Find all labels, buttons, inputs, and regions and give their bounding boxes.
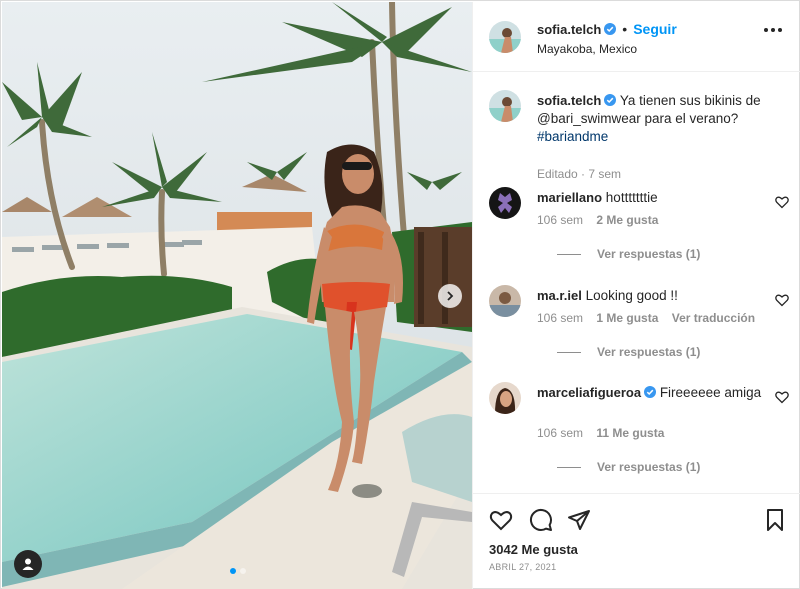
comment-text: Fireeeeee amiga	[659, 385, 762, 400]
likes-count[interactable]: 3042 Me gusta	[489, 542, 578, 557]
comment-age: 106 sem	[537, 311, 584, 325]
verified-badge-icon	[604, 94, 617, 106]
user-tags-button[interactable]	[14, 550, 42, 578]
heart-icon[interactable]	[775, 390, 789, 404]
replies-line	[557, 253, 581, 255]
replies-line	[557, 351, 581, 353]
view-replies-label[interactable]: Ver respuestas (1)	[597, 460, 700, 474]
comment-likes[interactable]: 2 Me gusta	[596, 213, 658, 227]
comment-text: Looking good !!	[585, 288, 678, 303]
commenter-avatar[interactable]	[489, 285, 521, 317]
author-avatar[interactable]	[489, 90, 521, 122]
comment-text: hotttttttie	[605, 190, 658, 205]
chevron-right-icon	[447, 291, 454, 301]
separator: •	[622, 21, 628, 37]
comment-age: 106 sem	[537, 426, 584, 440]
commenter-avatar[interactable]	[489, 382, 521, 414]
post-sidebar: sofia.telch • Seguir Mayakoba, Mexico sofi…	[472, 2, 800, 589]
comment-username[interactable]: ma.r.iel	[537, 288, 582, 303]
caption-meta: Editado · 7 sem	[537, 167, 622, 181]
replies-line	[557, 466, 581, 468]
location-link[interactable]: Mayakoba, Mexico	[537, 42, 637, 56]
more-options-icon[interactable]	[764, 28, 782, 32]
heart-icon[interactable]	[775, 195, 789, 209]
post-header: sofia.telch • Seguir Mayakoba, Mexico	[473, 2, 800, 72]
heart-icon[interactable]	[489, 508, 513, 532]
commenter-avatar[interactable]	[489, 187, 521, 219]
caption-body: sofia.telch Ya tienen sus bikinis de @ba…	[537, 92, 777, 146]
comment-username[interactable]: mariellano	[537, 190, 602, 205]
comment-body: marceliafigueroa Fireeeeee amiga	[537, 384, 777, 402]
send-icon[interactable]	[567, 508, 591, 532]
translate-button[interactable]: Ver traducción	[672, 311, 755, 325]
comment-meta: 106 sem 11 Me gusta	[537, 426, 674, 440]
comment-username[interactable]: marceliafigueroa	[537, 385, 641, 400]
comment-meta: 106 sem 1 Me gusta Ver traducción	[537, 311, 765, 325]
user-tag-icon	[22, 558, 34, 570]
comment-likes[interactable]: 1 Me gusta	[596, 311, 658, 325]
comment-icon[interactable]	[529, 508, 553, 532]
view-replies-label[interactable]: Ver respuestas (1)	[597, 247, 700, 261]
beach-pool-photo	[2, 2, 472, 589]
post-photo[interactable]	[2, 2, 472, 589]
comments-list[interactable]: sofia.telch Ya tienen sus bikinis de @ba…	[473, 73, 800, 493]
post-actions: 3042 Me gusta ABRIL 27, 2021	[473, 493, 800, 589]
bookmark-icon[interactable]	[763, 508, 787, 532]
verified-badge-icon	[644, 386, 657, 398]
verified-badge-icon	[604, 23, 617, 35]
author-username[interactable]: sofia.telch	[537, 22, 601, 37]
caption-hashtag[interactable]: #bariandme	[537, 129, 608, 144]
comment-meta: 106 sem 2 Me gusta	[537, 213, 668, 227]
post-modal: sofia.telch • Seguir Mayakoba, Mexico sofi…	[0, 0, 800, 589]
comment-likes[interactable]: 11 Me gusta	[596, 426, 664, 440]
comment-body: ma.r.iel Looking good !!	[537, 287, 777, 305]
carousel-next-button[interactable]	[438, 284, 462, 308]
comment-item: mariellano hotttttttie 106 sem 2 Me gust…	[489, 187, 789, 277]
view-replies-label[interactable]: Ver respuestas (1)	[597, 345, 700, 359]
carousel-dot	[230, 568, 236, 574]
view-replies-button[interactable]: Ver respuestas (1)	[557, 247, 700, 261]
view-replies-button[interactable]: Ver respuestas (1)	[557, 345, 700, 359]
carousel-dot	[240, 568, 246, 574]
comment-age: 106 sem	[537, 213, 584, 227]
comment-item: ma.r.iel Looking good !! 106 sem 1 Me gu…	[489, 285, 789, 375]
caption: sofia.telch Ya tienen sus bikinis de @ba…	[489, 90, 789, 181]
post-date[interactable]: ABRIL 27, 2021	[489, 562, 556, 572]
carousel-indicator	[230, 568, 246, 574]
view-replies-button[interactable]: Ver respuestas (1)	[557, 460, 700, 474]
heart-icon[interactable]	[775, 293, 789, 307]
author-avatar[interactable]	[489, 21, 521, 53]
follow-button[interactable]: Seguir	[633, 21, 677, 37]
comment-body: mariellano hotttttttie	[537, 189, 777, 207]
comment-item: marceliafigueroa Fireeeeee amiga 106 sem…	[489, 382, 789, 482]
author-row: sofia.telch • Seguir	[537, 21, 677, 37]
caption-username[interactable]: sofia.telch	[537, 93, 601, 108]
